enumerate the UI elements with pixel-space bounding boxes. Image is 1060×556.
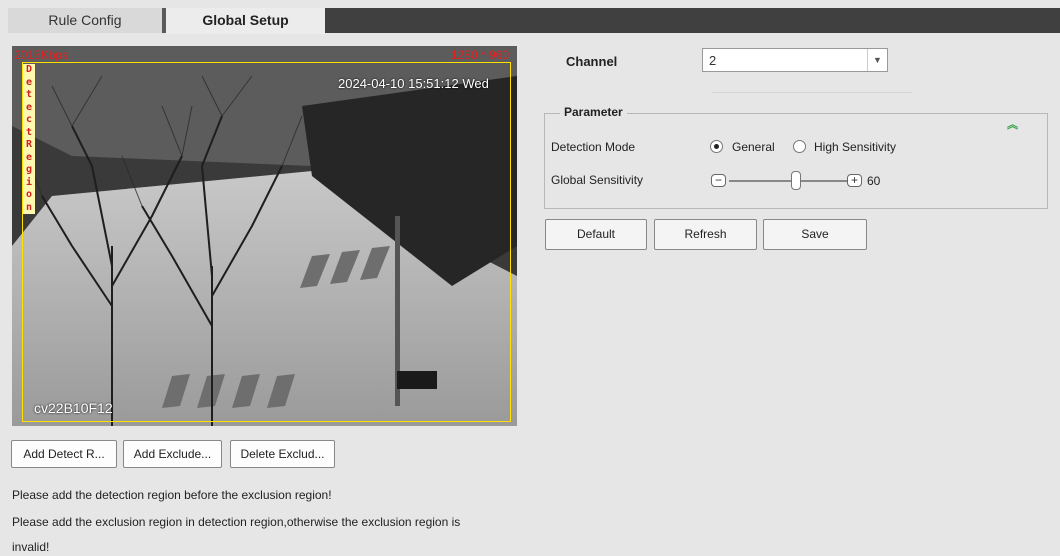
region-label: Detect Region: [23, 64, 35, 214]
video-preview[interactable]: 2015Kbps 1280 * 960 2024-04-10 15:51:12 …: [12, 46, 517, 426]
slider-handle[interactable]: [791, 171, 801, 190]
tab-global-setup[interactable]: Global Setup: [166, 8, 325, 34]
collapse-icon[interactable]: ︽: [1007, 116, 1018, 132]
camera-name-overlay: cv22B10F12: [34, 400, 113, 416]
refresh-button[interactable]: Refresh: [654, 219, 757, 250]
channel-select[interactable]: 2 ▼: [702, 48, 888, 72]
decrease-icon[interactable]: −: [711, 174, 726, 187]
radio-high-sensitivity-label: High Sensitivity: [814, 140, 897, 154]
note-text: invalid!: [12, 540, 50, 554]
detection-region[interactable]: [22, 62, 511, 422]
parameter-group: [544, 113, 1048, 209]
resolution-overlay: 1280 * 960: [450, 48, 509, 62]
delete-exclude-region-button[interactable]: Delete Exclud...: [230, 440, 335, 468]
radio-general-label: General: [732, 140, 775, 154]
parameter-title: Parameter: [560, 105, 627, 119]
channel-value: 2: [709, 53, 717, 68]
increase-icon[interactable]: +: [847, 174, 862, 187]
add-detect-region-button[interactable]: Add Detect R...: [11, 440, 117, 468]
chevron-down-icon[interactable]: ▼: [867, 49, 887, 71]
divider: [712, 92, 912, 93]
bitrate-overlay: 2015Kbps: [14, 48, 69, 62]
save-button[interactable]: Save: [763, 219, 867, 250]
detection-mode-label: Detection Mode: [551, 140, 636, 154]
global-sensitivity-label: Global Sensitivity: [551, 173, 644, 187]
radio-high-sensitivity[interactable]: [793, 140, 806, 153]
note-text: Please add the exclusion region in detec…: [12, 515, 461, 529]
note-text: Please add the detection region before t…: [12, 488, 332, 502]
tab-rule-config[interactable]: Rule Config: [8, 8, 162, 33]
channel-label: Channel: [566, 54, 618, 69]
radio-general[interactable]: [710, 140, 723, 153]
tab-bar: Rule Config Global Setup: [8, 8, 1060, 34]
sensitivity-value: 60: [867, 174, 881, 188]
sensitivity-slider[interactable]: [729, 180, 847, 182]
add-exclude-region-button[interactable]: Add Exclude...: [123, 440, 222, 468]
default-button[interactable]: Default: [545, 219, 647, 250]
timestamp-overlay: 2024-04-10 15:51:12 Wed: [338, 76, 489, 91]
